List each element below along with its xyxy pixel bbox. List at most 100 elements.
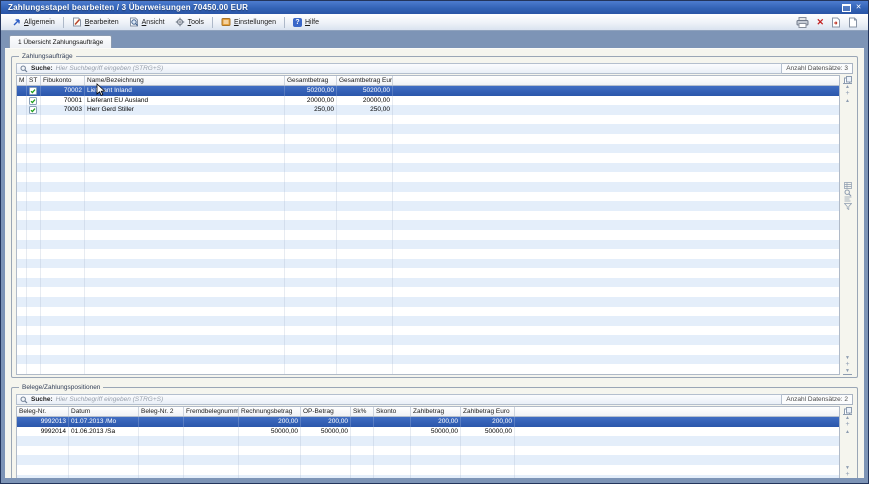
collapse-icon[interactable]: + [843, 361, 852, 368]
maximize-icon[interactable] [842, 4, 851, 12]
scroll-first-icon[interactable]: ▲ [843, 83, 852, 90]
table-cell [85, 364, 285, 374]
menu-ansicht[interactable]: Ansicht [124, 16, 170, 28]
payments-side-strip: ▲ + ▲ ▼ [840, 75, 853, 375]
table-row[interactable]: 999201401.06.2013 /Sa50000,0050000,00500… [17, 427, 839, 437]
scroll-down-icon[interactable]: ▼ [843, 354, 852, 361]
copy-icon[interactable] [843, 76, 852, 83]
table-cell [393, 364, 839, 374]
table-cell [27, 297, 41, 307]
column-header[interactable]: ST [27, 76, 41, 85]
paste-document-icon[interactable] [831, 17, 841, 28]
table-cell [374, 465, 411, 475]
table-cell [41, 249, 85, 259]
table-cell [85, 220, 285, 230]
table-cell [393, 172, 839, 182]
table-row-empty [17, 355, 839, 365]
table-cell [85, 211, 285, 221]
table-cell [184, 465, 239, 475]
close-icon[interactable]: ✕ [853, 3, 864, 12]
scroll-up-icon[interactable]: ▲ [843, 428, 852, 435]
table-cell [69, 465, 139, 475]
menu-bearbeiten[interactable]: Bearbeiten [67, 16, 124, 28]
table-row-empty [17, 144, 839, 154]
table-cell [139, 436, 184, 446]
column-header[interactable]: Fibukonto [41, 76, 85, 85]
column-header[interactable]: Zahlbetrag Euro [461, 407, 515, 416]
table-cell [351, 417, 374, 427]
table-cell [374, 475, 411, 478]
table-cell [301, 455, 351, 465]
table-cell [461, 475, 515, 478]
new-document-icon[interactable] [848, 17, 858, 28]
column-header[interactable]: Beleg-Nr. [17, 407, 69, 416]
table-row-empty [17, 211, 839, 221]
table-row-empty [17, 124, 839, 134]
table-cell [41, 201, 85, 211]
scroll-down-icon[interactable]: ▼ [843, 464, 852, 471]
table-cell [393, 211, 839, 221]
table-cell [41, 182, 85, 192]
table-row-empty [17, 307, 839, 317]
column-options-icon[interactable] [843, 196, 852, 203]
tab-uebersicht-zahlungsauftraege[interactable]: 1 Übersicht Zahlungsaufträge [9, 35, 112, 49]
column-header[interactable]: Gesamtbetrag Euro [337, 76, 393, 85]
menu-tools[interactable]: Tools [170, 16, 209, 28]
expand-icon[interactable]: + [843, 421, 852, 428]
table-row[interactable]: 70001Lieferant EU Ausland20000,0020000,0… [17, 96, 839, 106]
column-header[interactable]: Name/Bezeichnung [85, 76, 285, 85]
menu-hilfe[interactable]: ? Hilfe [288, 17, 324, 28]
scroll-up-icon[interactable]: ▲ [843, 97, 852, 104]
table-cell [393, 259, 839, 269]
table-cell [337, 124, 393, 134]
column-header[interactable]: M [17, 76, 27, 85]
menu-label: Hilfe [305, 19, 319, 26]
scroll-last-icon[interactable]: ▼ [843, 368, 852, 375]
column-header[interactable]: Datum [69, 407, 139, 416]
delete-icon[interactable]: ✕ [816, 18, 824, 27]
table-cell [239, 455, 301, 465]
help-icon: ? [293, 18, 302, 27]
table-cell [285, 124, 337, 134]
table-cell [184, 417, 239, 427]
filter-icon[interactable] [843, 203, 852, 210]
table-cell [27, 134, 41, 144]
scroll-first-icon[interactable]: ▲ [843, 414, 852, 421]
column-header[interactable]: Sk% [351, 407, 374, 416]
expand-icon[interactable]: + [843, 90, 852, 97]
table-cell [393, 268, 839, 278]
column-header[interactable]: Gesamtbetrag [285, 76, 337, 85]
menu-allgemein[interactable]: Allgemein [7, 17, 60, 28]
table-cell [139, 465, 184, 475]
search-input[interactable]: Suche: Hier Suchbegriff eingeben (STRG+S… [16, 394, 782, 405]
table-row-empty [17, 345, 839, 355]
table-row[interactable]: 70002Lieferant Inland50200,0050200,00 [17, 86, 839, 96]
table-cell [27, 105, 41, 115]
menu-einstellungen[interactable]: Einstellungen [216, 16, 281, 28]
table-cell [337, 240, 393, 250]
search-icon [20, 65, 28, 73]
column-header[interactable]: Rechnungsbetrag [239, 407, 301, 416]
toolbar: Allgemein Bearbeiten Ansicht Tools [1, 14, 868, 31]
copy-icon[interactable] [843, 407, 852, 414]
table-cell [374, 455, 411, 465]
table-cell [301, 465, 351, 475]
search-input[interactable]: Suche: Hier Suchbegriff eingeben (STRG+S… [16, 63, 782, 74]
table-cell [285, 153, 337, 163]
table-row[interactable]: 70003Herr Gerd Stiller250,00250,00 [17, 105, 839, 115]
column-header[interactable]: Zahlbetrag [411, 407, 461, 416]
collapse-icon[interactable]: + [843, 471, 852, 478]
menu-label: Allgemein [24, 19, 55, 26]
table-cell [17, 259, 27, 269]
table-cell [17, 211, 27, 221]
table-cell [27, 278, 41, 288]
table-cell [393, 163, 839, 173]
column-header[interactable]: Beleg-Nr. 2 [139, 407, 184, 416]
table-row[interactable]: 999201301.07.2013 /Mo200,00200,00200,002… [17, 417, 839, 427]
print-icon[interactable] [796, 17, 809, 28]
table-cell [27, 153, 41, 163]
column-header[interactable]: OP-Betrag [301, 407, 351, 416]
search-icon[interactable] [843, 189, 852, 196]
column-header[interactable]: Fremdbelegnummer [184, 407, 239, 416]
column-header[interactable]: Skonto [374, 407, 411, 416]
